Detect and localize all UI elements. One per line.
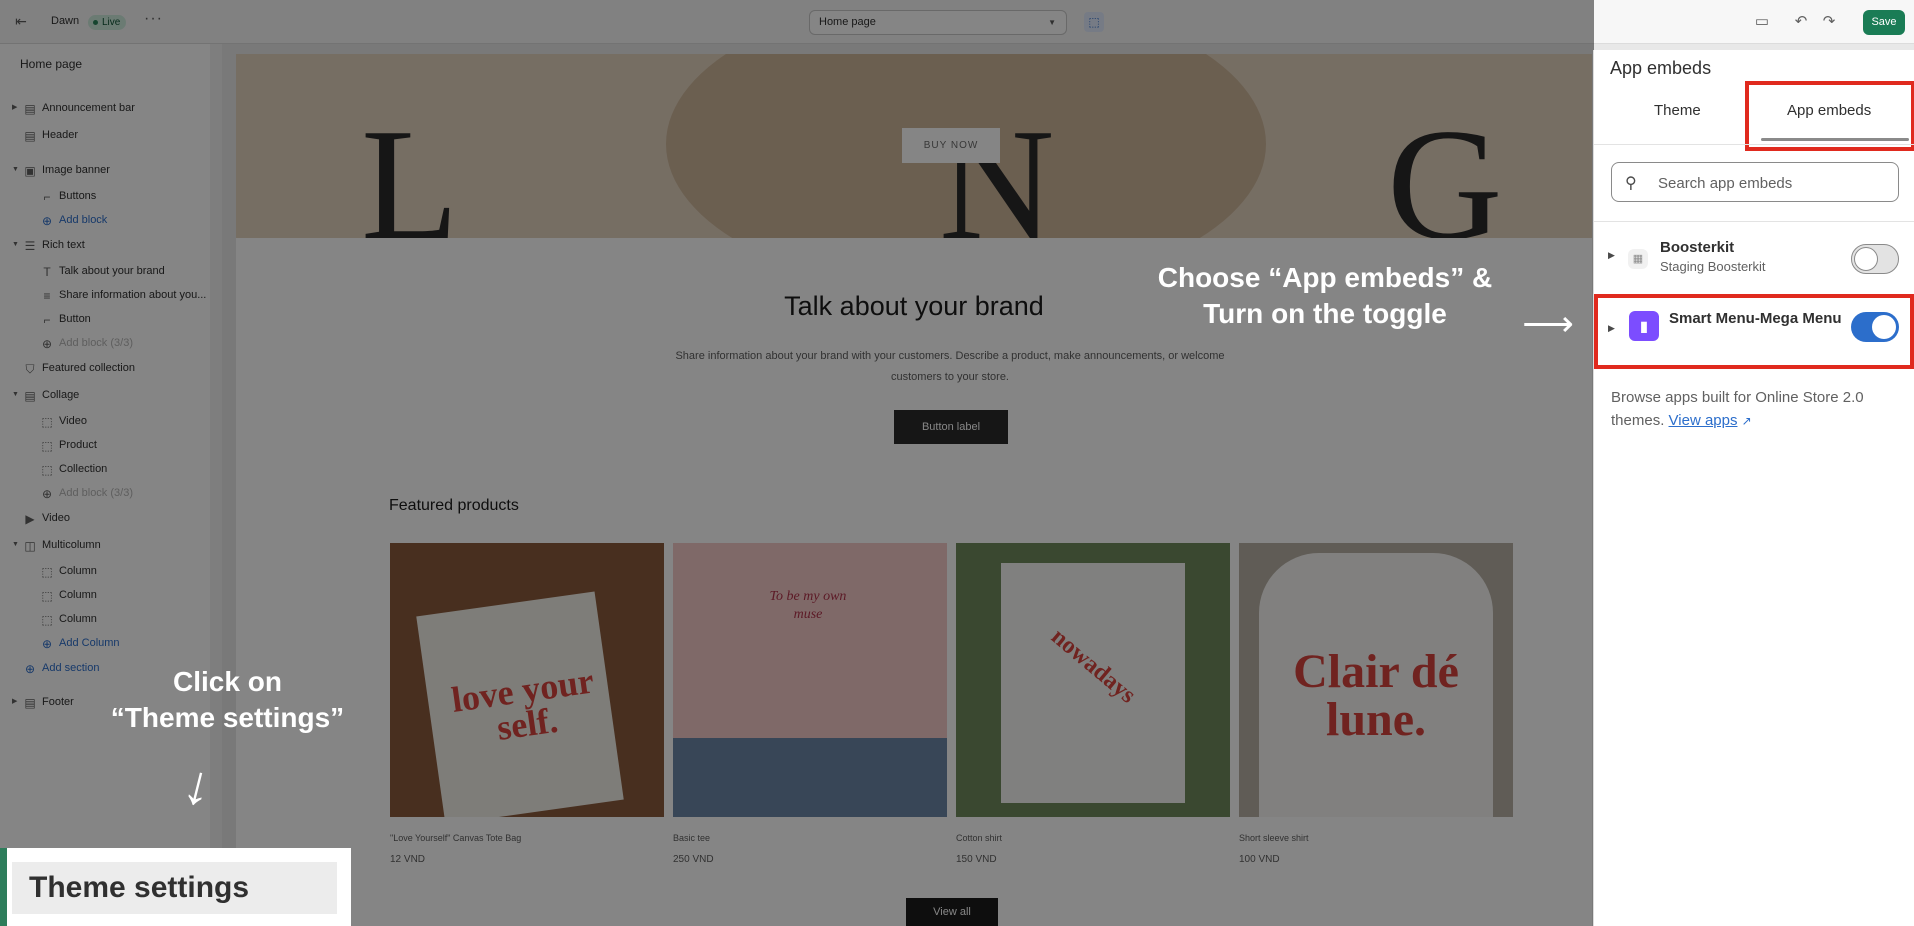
highlight-box xyxy=(1594,294,1914,369)
divider xyxy=(1594,144,1914,145)
highlight-box xyxy=(1745,81,1914,151)
annotation-theme-settings: Click on “Theme settings” xyxy=(95,664,360,736)
annotation-line: Choose “App embeds” & xyxy=(1157,262,1493,293)
view-apps-label: View apps xyxy=(1668,412,1738,429)
panel-title: App embeds xyxy=(1610,58,1712,78)
view-apps-link[interactable]: View apps xyxy=(1669,412,1738,429)
annotation-line: “Theme settings” xyxy=(110,702,345,733)
annotation-line: Click on xyxy=(173,666,282,697)
embed-subtitle: Staging Boosterkit xyxy=(1660,259,1766,274)
arrow-right-icon: ⟶ xyxy=(1522,303,1574,344)
expand-icon[interactable]: ▶ xyxy=(1608,250,1615,261)
boosterkit-toggle[interactable] xyxy=(1851,244,1899,274)
toggle-knob xyxy=(1854,247,1878,271)
browse-apps-label: Browse apps built for Online Store 2.0 t… xyxy=(1611,389,1864,429)
embed-name: Boosterkit xyxy=(1660,239,1735,256)
app-embeds-panel: App embeds Theme App embeds ⚲ Search app… xyxy=(1593,50,1914,926)
boosterkit-logo-icon: ▦ xyxy=(1628,249,1648,269)
divider xyxy=(1594,221,1914,222)
theme-settings-callout: Theme settings xyxy=(0,848,351,926)
tab-theme[interactable]: Theme xyxy=(1654,102,1701,119)
theme-settings-button[interactable]: Theme settings xyxy=(12,862,337,914)
dim-overlay xyxy=(0,0,1594,926)
search-app-embeds[interactable]: ⚲ Search app embeds xyxy=(1611,162,1899,202)
search-icon: ⚲ xyxy=(1625,175,1637,192)
save-button[interactable]: Save xyxy=(1863,10,1905,35)
external-link-icon: ↗ xyxy=(1741,414,1752,428)
annotation-line: Turn on the toggle xyxy=(1203,298,1447,329)
annotation-app-embeds: Choose “App embeds” & Turn on the toggle xyxy=(1140,260,1510,332)
device-preview-icon[interactable]: ▭ xyxy=(1752,12,1772,32)
embed-row-boosterkit[interactable]: ▶ ▦ Boosterkit Staging Boosterkit xyxy=(1594,228,1914,288)
search-placeholder: Search app embeds xyxy=(1658,175,1793,192)
redo-icon[interactable]: ↷ xyxy=(1819,12,1839,32)
undo-icon[interactable]: ↶ xyxy=(1791,12,1811,32)
browse-apps-text: Browse apps built for Online Store 2.0 t… xyxy=(1611,386,1901,433)
